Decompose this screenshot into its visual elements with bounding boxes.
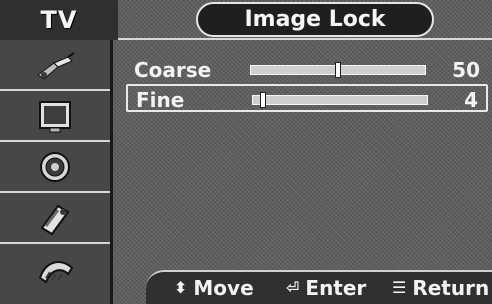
- sidebar-item-setup[interactable]: [0, 244, 110, 295]
- up-down-arrows-icon: ⬍: [174, 278, 188, 297]
- coarse-slider[interactable]: [250, 62, 426, 78]
- setting-row-coarse[interactable]: Coarse 50: [126, 56, 488, 84]
- sidebar-item-picture[interactable]: [0, 91, 110, 142]
- footer-hints: ⬍ Move ⏎ Enter ☰ Return: [146, 270, 492, 304]
- sidebar-item-sound[interactable]: [0, 142, 110, 193]
- app-title: TV: [0, 0, 118, 40]
- header: TV Image Lock: [0, 0, 492, 40]
- setting-label-coarse: Coarse: [134, 58, 212, 82]
- hint-return-label: Return: [412, 276, 490, 300]
- speaker-icon: [40, 151, 70, 182]
- tv-osd-screen: TV Image Lock Coarse 50 Fine 4 ⬍ Move ⏎ …: [0, 0, 492, 304]
- setting-label-fine: Fine: [136, 88, 185, 112]
- antenna-plug-icon: [37, 51, 75, 80]
- setting-value-coarse: 50: [452, 58, 480, 82]
- header-divider: [118, 38, 492, 40]
- sidebar: [0, 40, 113, 304]
- menu-icon: ☰: [392, 278, 407, 297]
- hint-move: ⬍ Move: [174, 276, 254, 300]
- fine-slider[interactable]: [252, 92, 428, 108]
- menu-title: Image Lock: [196, 2, 434, 37]
- setting-row-fine[interactable]: Fine 4: [126, 84, 488, 112]
- hint-enter-label: Enter: [305, 276, 367, 300]
- tv-screen-icon: [39, 100, 71, 132]
- coarse-slider-handle[interactable]: [335, 62, 341, 78]
- sidebar-item-input[interactable]: [0, 40, 110, 91]
- hint-move-label: Move: [193, 276, 254, 300]
- setting-value-fine: 4: [464, 88, 478, 112]
- fine-slider-handle[interactable]: [260, 92, 266, 108]
- hint-enter: ⏎ Enter: [286, 276, 366, 300]
- enter-icon: ⏎: [286, 278, 300, 297]
- channel-icon: [40, 204, 70, 235]
- setup-icon: [38, 260, 74, 283]
- sidebar-item-channel[interactable]: [0, 193, 110, 244]
- hint-return: ☰ Return: [392, 276, 489, 300]
